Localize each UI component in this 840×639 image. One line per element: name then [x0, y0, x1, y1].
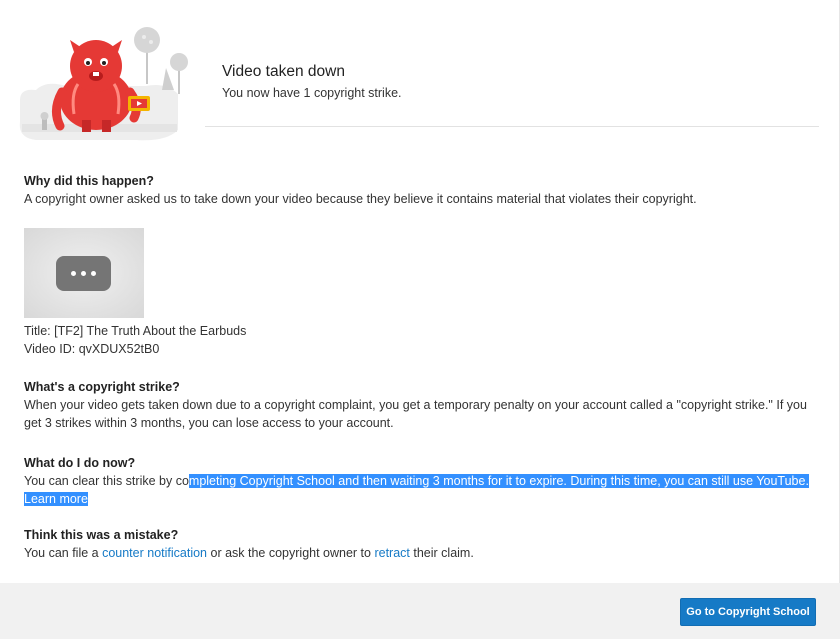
video-id-value: qvXDUX52tB0 [78, 342, 160, 356]
why-heading: Why did this happen? [24, 174, 154, 188]
counter-notification-link[interactable]: counter notification [102, 546, 207, 560]
red-monster-illustration [16, 22, 196, 144]
video-title-line: Title: [TF2] The Truth About the Earbuds [24, 322, 814, 340]
dialog-header: Video taken down You now have 1 copyrigh… [0, 0, 840, 160]
strike-count-text: You now have 1 copyright strike. [222, 86, 402, 100]
strike-section: What's a copyright strike? When your vid… [24, 378, 814, 432]
ellipsis-icon [56, 256, 111, 291]
strike-body: When your video gets taken down due to a… [24, 398, 807, 430]
video-title-label: Title: [24, 324, 51, 338]
video-title-value: [TF2] The Truth About the Earbuds [54, 324, 247, 338]
mistake-middle: or ask the copyright owner to [207, 546, 375, 560]
mistake-prefix: You can file a [24, 546, 103, 560]
todo-body-plain: You can clear this strike by co [24, 474, 189, 488]
mistake-section: Think this was a mistake? You can file a… [24, 526, 814, 562]
header-divider [205, 126, 819, 127]
why-section: Why did this happen? A copyright owner a… [24, 172, 814, 208]
todo-section: What do I do now? You can clear this str… [24, 454, 814, 508]
dialog-footer: Go to Copyright School [0, 583, 840, 639]
mistake-heading: Think this was a mistake? [24, 528, 179, 542]
video-meta: Title: [TF2] The Truth About the Earbuds… [24, 322, 814, 358]
strike-heading: What's a copyright strike? [24, 380, 180, 394]
todo-body-highlighted: mpleting Copyright School and then waiti… [188, 474, 809, 488]
video-id-line: Video ID: qvXDUX52tB0 [24, 340, 814, 358]
todo-body: You can clear this strike by completing … [24, 472, 814, 508]
video-thumbnail [24, 228, 144, 318]
dialog-title: Video taken down [222, 63, 345, 80]
todo-heading: What do I do now? [24, 456, 136, 470]
retract-link[interactable]: retract [374, 546, 409, 560]
mistake-suffix: their claim. [409, 546, 474, 560]
go-to-copyright-school-button[interactable]: Go to Copyright School [680, 598, 816, 626]
learn-more-link[interactable]: Learn more [24, 492, 88, 506]
mistake-body: You can file a counter notification or a… [24, 544, 814, 562]
why-body: A copyright owner asked us to take down … [24, 192, 697, 206]
video-id-label: Video ID: [24, 342, 76, 356]
thumbnail-placeholder [24, 228, 144, 318]
header-text: Video taken down You now have 1 copyrigh… [222, 62, 402, 101]
